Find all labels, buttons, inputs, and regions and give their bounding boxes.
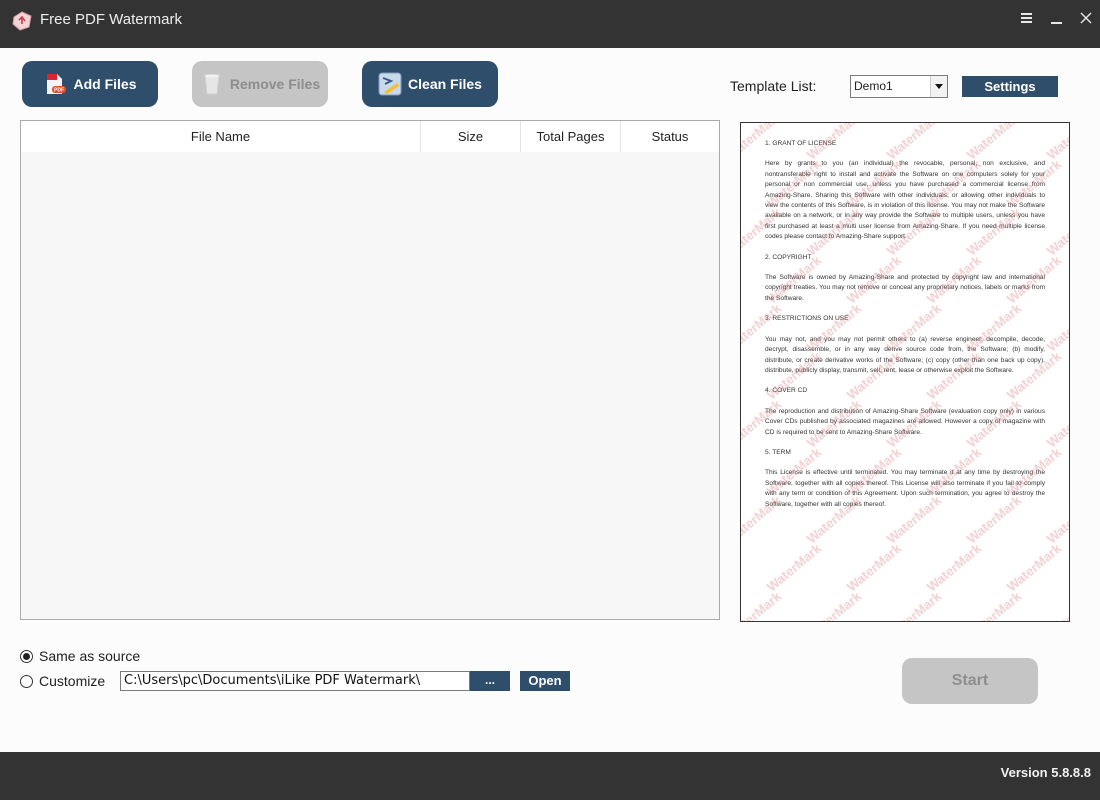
menu-button[interactable] [1013, 8, 1041, 30]
section-body: The reproduction and distribution of Ama… [765, 407, 1045, 436]
start-button[interactable]: Start [902, 658, 1038, 704]
broom-icon [378, 72, 402, 96]
watermark-text: WaterMark [923, 540, 985, 595]
clean-files-button[interactable]: Clean Files [362, 61, 498, 107]
section-heading: 4. COVER CD [765, 387, 808, 395]
template-selected-value: Demo1 [854, 79, 893, 93]
section-body: Here by grants to you (an individual) th… [765, 160, 1045, 241]
watermark-text: WaterMark [1043, 204, 1070, 259]
template-list-label: Template List: [730, 78, 817, 94]
close-button[interactable] [1072, 8, 1100, 30]
template-list-dropdown[interactable]: Demo1 [850, 75, 948, 98]
same-as-source-option[interactable]: Same as source [20, 648, 140, 664]
table-body[interactable] [21, 152, 719, 619]
section-heading: 1. GRANT OF LICENSE [765, 140, 837, 147]
remove-files-label: Remove Files [229, 76, 321, 92]
status-bar: Version 5.8.8.8 [0, 752, 1100, 800]
remove-files-button[interactable]: Remove Files [192, 61, 328, 107]
output-path-input[interactable]: C:\Users\pc\Documents\iLike PDF Watermar… [120, 671, 470, 691]
table-header: File Name Size Total Pages Status [21, 121, 719, 152]
menu-icon-bar [1021, 21, 1032, 23]
watermark-text: WaterMark [843, 540, 905, 595]
section-heading: 2. COPYRIGHT [765, 253, 812, 261]
customize-label: Customize [39, 673, 106, 689]
app-logo-icon [12, 11, 32, 31]
watermark-text: WaterMark [1043, 492, 1070, 547]
clean-files-label: Clean Files [408, 76, 482, 92]
watermark-text: WaterMark [740, 588, 785, 622]
trash-can-icon [204, 74, 220, 95]
same-as-source-radio[interactable] [20, 649, 33, 663]
section-heading: 3. RESTRICTIONS ON USE [765, 315, 849, 323]
column-header-status[interactable]: Status [621, 121, 719, 152]
section-body: You may not, and you may not permit othe… [765, 335, 1045, 374]
section-heading: 5. TERM [765, 448, 791, 456]
section-body: The Software is owned by Amazing-Share a… [765, 274, 1045, 302]
menu-icon-bar [1021, 17, 1032, 19]
watermark-text: WaterMark [1043, 122, 1070, 163]
minimize-button[interactable] [1042, 8, 1070, 30]
watermark-preview: 1. GRANT OF LICENSE Here by grants to yo… [740, 122, 1070, 622]
pdf-file-icon: PDF [47, 74, 67, 94]
section-body: This License is effective until terminat… [765, 469, 1045, 508]
same-as-source-label: Same as source [39, 648, 141, 664]
open-folder-button[interactable]: Open [520, 671, 570, 691]
watermark-text: WaterMark [883, 588, 945, 622]
chevron-down-icon[interactable] [930, 76, 947, 97]
version-label: Version 5.8.8.8 [1000, 765, 1091, 780]
column-header-file-name[interactable]: File Name [21, 121, 421, 152]
settings-button[interactable]: Settings [962, 76, 1058, 97]
watermark-text: WaterMark [1043, 396, 1070, 451]
column-header-total-pages[interactable]: Total Pages [521, 121, 621, 152]
close-icon [1080, 12, 1092, 24]
file-list-table[interactable]: File Name Size Total Pages Status [20, 120, 720, 620]
customize-option[interactable]: Customize [20, 673, 105, 689]
customize-radio[interactable] [20, 674, 33, 688]
menu-icon [1021, 13, 1032, 15]
add-files-label: Add Files [73, 76, 137, 92]
app-title: Free PDF Watermark [40, 11, 182, 28]
watermark-text: WaterMark [963, 588, 1025, 622]
svg-text:PDF: PDF [54, 88, 64, 94]
column-header-size[interactable]: Size [421, 121, 521, 152]
watermark-text: WaterMark [803, 588, 865, 622]
minimize-icon [1051, 22, 1062, 24]
add-files-button[interactable]: PDF Add Files [22, 61, 158, 107]
watermark-text: WaterMark [763, 540, 825, 595]
watermark-text: WaterMark [1043, 300, 1070, 355]
browse-button[interactable]: ... [470, 671, 510, 691]
preview-document: 1. GRANT OF LICENSE Here by grants to yo… [765, 139, 1045, 520]
watermark-text: WaterMark [1003, 540, 1065, 595]
title-bar: Free PDF Watermark [0, 0, 1100, 48]
watermark-text: WaterMark [1043, 588, 1070, 622]
